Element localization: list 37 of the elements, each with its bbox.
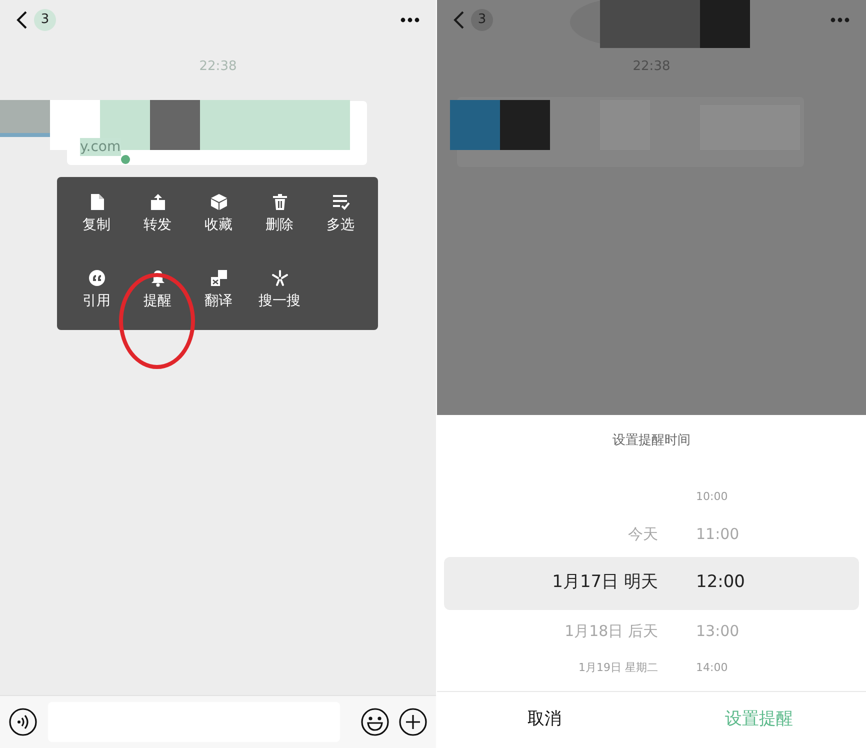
picker-time: 12:00 — [696, 571, 745, 594]
menu-item[interactable]: 提醒 — [127, 269, 188, 345]
menu-item[interactable]: 多选 — [310, 193, 371, 269]
picker-time: 14:00 — [696, 660, 728, 676]
cancel-button[interactable]: 取消 — [437, 692, 652, 748]
menu-item[interactable]: 收藏 — [188, 193, 249, 269]
message-time: 22:38 — [198, 58, 238, 76]
picker-time: 11:00 — [696, 524, 740, 546]
translate-icon — [210, 269, 228, 287]
menu-item[interactable]: 转发 — [127, 193, 188, 269]
unread-count-badge: 3 — [471, 9, 493, 31]
forward-icon — [148, 193, 166, 211]
quote-icon — [88, 269, 106, 287]
picker-row[interactable]: 1月17日 明天 12:00 — [444, 556, 859, 610]
menu-item[interactable]: 翻译 — [188, 269, 249, 345]
menu-item[interactable]: 复制 — [66, 193, 127, 269]
menu-item[interactable]: 搜一搜 — [249, 269, 310, 345]
picker-date: 1月17日 明天 — [551, 571, 658, 594]
picker-date: 今天 — [627, 524, 658, 546]
picker-time: 13:00 — [696, 621, 740, 642]
sheet-title: 设置提醒时间 — [612, 432, 692, 450]
delete-icon — [270, 193, 288, 211]
menu-item[interactable]: 删除 — [249, 193, 310, 269]
favorite-icon — [210, 193, 228, 211]
plus-icon[interactable] — [398, 707, 428, 737]
emoji-icon[interactable] — [360, 707, 390, 737]
picker-date: 1月19日 星期二 — [578, 660, 658, 676]
menu-item[interactable]: 引用 — [66, 269, 127, 345]
multiselect-icon — [332, 193, 350, 211]
selection-handle[interactable] — [121, 154, 130, 164]
picker-time: 10:00 — [696, 489, 728, 506]
back-icon[interactable] — [16, 10, 28, 30]
voice-icon[interactable] — [8, 707, 38, 737]
unread-count-badge: 3 — [34, 9, 56, 31]
message-text: y.com — [80, 138, 121, 156]
more-icon[interactable] — [400, 17, 420, 23]
picker-date: 1月18日 后天 — [564, 621, 658, 642]
